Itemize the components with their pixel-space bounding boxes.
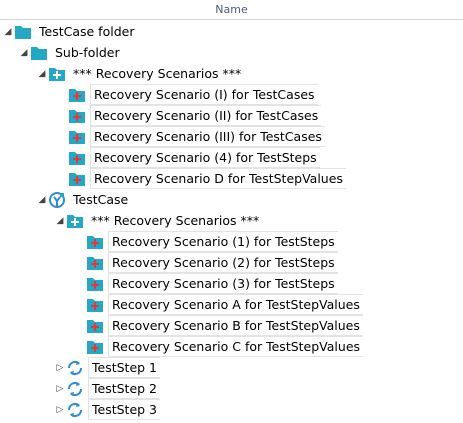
tree-item-label: Recovery Scenario (I) for TestCases [90, 84, 318, 105]
tree-item-recovery-scenario[interactable]: Recovery Scenario A for TestStepValues [86, 294, 363, 315]
collapse-arrow-icon[interactable]: ◢ [18, 42, 30, 63]
recovery-scenario-icon [68, 86, 86, 104]
tree-item-recovery-scenario[interactable]: Recovery Scenario (1) for TestSteps [86, 231, 338, 252]
tree-item-recovery-scenario[interactable]: Recovery Scenario (II) for TestCases [68, 105, 322, 126]
tree-item-label: Recovery Scenario (2) for TestSteps [108, 252, 338, 273]
collapse-arrow-icon[interactable]: ◢ [36, 63, 48, 84]
recovery-scenario-icon [86, 254, 104, 272]
recovery-folder-icon [48, 65, 66, 83]
tree-item-label: TestStep 1 [88, 357, 161, 378]
tree-item-label: Recovery Scenario (II) for TestCases [90, 105, 322, 126]
recovery-scenario-icon [86, 317, 104, 335]
tree-item-label: Recovery Scenario A for TestStepValues [108, 294, 363, 315]
tree-item-sub-folder[interactable]: ◢ Sub-folder [18, 42, 123, 63]
tree-item-recovery-scenario[interactable]: Recovery Scenario C for TestStepValues [86, 336, 364, 357]
collapse-arrow-icon[interactable]: ◢ [54, 210, 66, 231]
tree-item-teststep[interactable]: ▷ TestStep 2 [54, 378, 161, 399]
tree-item-recovery-scenario[interactable]: Recovery Scenario D for TestStepValues [68, 168, 346, 189]
collapse-arrow-icon[interactable]: ◢ [36, 189, 48, 210]
tree-item-label: Recovery Scenario (1) for TestSteps [108, 231, 338, 252]
collapse-arrow-icon[interactable]: ◢ [2, 21, 14, 42]
tree-item-label: Sub-folder [55, 45, 120, 60]
testcase-icon [48, 191, 66, 209]
tree-item-label: TestCase folder [39, 24, 135, 39]
tree-item-label: TestCase [73, 192, 129, 207]
tree-item-label: *** Recovery Scenarios *** [73, 66, 242, 81]
recovery-scenario-icon [86, 338, 104, 356]
recovery-scenario-icon [86, 275, 104, 293]
expand-arrow-icon[interactable]: ▷ [54, 357, 66, 378]
tree-item-testcase[interactable]: ◢ TestCase [36, 189, 131, 210]
recovery-scenario-icon [68, 128, 86, 146]
tree-item-label: *** Recovery Scenarios *** [91, 213, 260, 228]
recovery-scenario-icon [68, 170, 86, 188]
name-column-header[interactable]: Name [0, 0, 463, 20]
tree-item-teststep[interactable]: ▷ TestStep 3 [54, 399, 161, 420]
recovery-scenario-icon [68, 149, 86, 167]
tree-view: Name ◢ TestCase folder ◢ Sub-folder ◢ **… [0, 0, 463, 423]
tree-item-label: Recovery Scenario (4) for TestSteps [90, 147, 320, 168]
tree-item-recovery-scenario[interactable]: Recovery Scenario (3) for TestSteps [86, 273, 338, 294]
tree-item-testcase-folder[interactable]: ◢ TestCase folder [2, 21, 137, 42]
tree-item-label: Recovery Scenario D for TestStepValues [90, 168, 346, 189]
expand-arrow-icon[interactable]: ▷ [54, 378, 66, 399]
tree-item-label: TestStep 2 [88, 378, 161, 399]
tree-item-recovery-scenario[interactable]: Recovery Scenario (I) for TestCases [68, 84, 318, 105]
recovery-scenario-icon [68, 107, 86, 125]
tree-item-label: Recovery Scenario (III) for TestCases [90, 126, 325, 147]
tree-item-label: TestStep 3 [88, 399, 161, 420]
refresh-icon [66, 401, 84, 419]
tree-item-recovery-scenario[interactable]: Recovery Scenario B for TestStepValues [86, 315, 363, 336]
tree-item-recovery-scenario[interactable]: Recovery Scenario (2) for TestSteps [86, 252, 338, 273]
tree-item-label: Recovery Scenario C for TestStepValues [108, 336, 364, 357]
recovery-scenario-icon [86, 296, 104, 314]
recovery-folder-icon [66, 212, 84, 230]
tree-item-label: Recovery Scenario (3) for TestSteps [108, 273, 338, 294]
tree-item-label: Recovery Scenario B for TestStepValues [108, 315, 363, 336]
expand-arrow-icon[interactable]: ▷ [54, 399, 66, 420]
tree-item-recovery-scenario[interactable]: Recovery Scenario (III) for TestCases [68, 126, 325, 147]
refresh-icon [66, 359, 84, 377]
tree-item-recovery-scenarios-folder[interactable]: ◢ *** Recovery Scenarios *** [54, 210, 262, 231]
recovery-scenario-icon [86, 233, 104, 251]
folder-icon [14, 23, 32, 41]
tree-item-recovery-scenarios-folder[interactable]: ◢ *** Recovery Scenarios *** [36, 63, 244, 84]
tree-item-teststep[interactable]: ▷ TestStep 1 [54, 357, 161, 378]
folder-icon [30, 44, 48, 62]
tree-item-recovery-scenario[interactable]: Recovery Scenario (4) for TestSteps [68, 147, 320, 168]
refresh-icon [66, 380, 84, 398]
